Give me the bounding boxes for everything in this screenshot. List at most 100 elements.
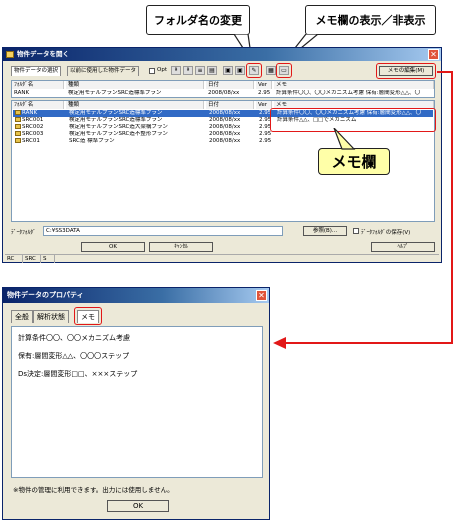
connector-arrow-icon — [273, 337, 286, 349]
option-label: Opt — [157, 67, 167, 73]
cell-folder: SRC003 — [13, 131, 65, 138]
cell-text: SRC造 標準プラン — [69, 138, 115, 144]
column-header-date[interactable]: 日付 — [206, 101, 254, 109]
properties-close-button[interactable]: ✕ — [256, 290, 267, 301]
cell-text: 2008/08/xx — [209, 124, 241, 130]
option-checkbox[interactable] — [149, 68, 155, 74]
cell-text: SRC002 — [22, 124, 44, 130]
close-button[interactable]: ✕ — [428, 49, 439, 60]
filter-memo-header: メモ — [274, 81, 434, 89]
data-folder-label: ﾃﾞｰﾀﾌｫﾙﾀﾞ — [11, 230, 36, 236]
column-header-ver[interactable]: Ver — [256, 101, 272, 109]
memo-toggle-highlight — [276, 63, 292, 78]
column-header-name[interactable]: 種類 — [66, 101, 204, 109]
ok-button-label: OK — [109, 244, 117, 250]
large-icon-view-icon[interactable]: ª — [171, 66, 181, 75]
table-row[interactable]: SRC01 SRC造 標準プラン 2008/08/xx 2.95 — [13, 138, 433, 145]
tab-analysis-state-label: 解析状態 — [37, 313, 65, 321]
table-row[interactable]: SRC003 検定用モデルプランSRC造不整形プラン 2008/08/xx 2.95 — [13, 131, 433, 138]
memo-line-2: 保有:層間変形△△、〇〇〇ステップ — [18, 352, 130, 360]
column-header-folder[interactable]: ﾌｫﾙﾀﾞ名 — [12, 101, 64, 109]
cell-date: 2008/08/xx — [207, 131, 255, 138]
cell-name: 検定用モデルプランSRC造大梁構プラン — [67, 124, 205, 131]
save-folder-label: ﾃﾞｰﾀﾌｫﾙﾀﾞの保存(V) — [361, 230, 411, 236]
properties-icon[interactable]: ▦ — [266, 66, 276, 75]
cell-text: 検定用モデルプランSRC造大梁構プラン — [69, 124, 168, 130]
folder-icon — [15, 110, 21, 115]
save-folder-checkbox[interactable] — [353, 228, 359, 234]
properties-window: 物件データのプロパティ ✕ 全般 解析状態 メモ 計算条件〇〇、〇〇メカニズム考… — [2, 287, 270, 520]
cancel-button[interactable]: ｷｬﾝｾﾙ — [149, 242, 213, 252]
help-button-label: ﾍﾙﾌﾟ — [397, 244, 409, 250]
tab-general-label: 全般 — [15, 313, 29, 321]
memo-line-1: 計算条件〇〇、〇〇メカニズム考慮 — [18, 334, 130, 342]
open-data-titlebar: 物件データを開く — [3, 48, 441, 61]
tab-select-data[interactable]: 物件データの選択 — [11, 66, 62, 76]
tab-select-data-label: 物件データの選択 — [14, 68, 59, 74]
filter-ver-input[interactable]: 2.95 — [258, 90, 272, 97]
filter-folder-header: ﾌｫﾙﾀﾞ名 — [12, 81, 64, 89]
memo-field-callout-label: メモ欄 — [331, 153, 377, 171]
memo-toggle-callout: メモ欄の表示／非表示 — [305, 5, 436, 35]
browse-button[interactable]: 参照(B)... — [303, 226, 347, 236]
folder-icon — [15, 138, 21, 143]
status-s: S — [43, 255, 55, 263]
tab-recent-data[interactable]: 以前に使用した物件データ — [67, 66, 140, 76]
folder-icon — [15, 131, 21, 136]
cell-date: 2008/08/xx — [207, 138, 255, 145]
filter-ver-header: Ver — [256, 81, 272, 89]
cell-ver: 2.95 — [257, 131, 273, 138]
tab-analysis-state[interactable]: 解析状態 — [33, 310, 69, 323]
connector-bottom — [285, 342, 453, 344]
ok-button[interactable]: OK — [81, 242, 145, 252]
properties-ok-button[interactable]: OK — [107, 500, 169, 512]
copy-folder-icon[interactable]: ▣ — [235, 66, 245, 75]
cell-name: 検定用モデルプランSRC造標準プラン — [67, 117, 205, 124]
memo-textarea[interactable]: 計算条件〇〇、〇〇メカニズム考慮 保有:層間変形△△、〇〇〇ステップ Ds決定:… — [11, 326, 263, 478]
cell-name: SRC造 標準プラン — [67, 138, 205, 145]
cell-text: 検定用モデルプランSRC造標準プラン — [69, 110, 163, 116]
cell-text: SRC001 — [22, 117, 44, 123]
properties-title: 物件データのプロパティ — [7, 291, 84, 299]
filter-memo-input[interactable]: 計算条件〇〇、〇〇メカニズム考慮 保有:層間変形△△、〇 — [276, 90, 434, 97]
cell-text: SRC01 — [22, 138, 40, 144]
filter-date-input[interactable]: 2008/08/xx — [208, 90, 254, 97]
cell-name: 検定用モデルプランSRC造標準プラン — [67, 110, 205, 117]
filter-name-header: 種類 — [66, 81, 204, 89]
data-folder-field[interactable]: C:¥SS3DATA — [43, 226, 283, 236]
rename-callout-label: フォルダ名の変更 — [154, 14, 242, 27]
cell-text: 2008/08/xx — [209, 110, 241, 116]
filter-panel: ﾌｫﾙﾀﾞ名 種類 日付 Ver メモ RANK 検定用モデルプランSRC造標準… — [11, 80, 435, 98]
rename-callout: フォルダ名の変更 — [146, 5, 250, 35]
cell-text: 2.95 — [259, 138, 272, 144]
new-folder-icon[interactable]: ▣ — [223, 66, 233, 75]
cell-date: 2008/08/xx — [207, 124, 255, 131]
open-data-title: 物件データを開く — [17, 50, 69, 58]
tab-general[interactable]: 全般 — [11, 310, 33, 323]
filter-name-input[interactable]: 検定用モデルプランSRC造標準プラン — [68, 90, 204, 97]
cell-date: 2008/08/xx — [207, 110, 255, 117]
status-rc: RC — [7, 255, 23, 263]
connector-vertical — [451, 71, 453, 344]
properties-ok-button-label: OK — [132, 502, 144, 510]
cell-folder: SRC01 — [13, 138, 65, 145]
cell-text: 2008/08/xx — [209, 131, 241, 137]
list-view-icon[interactable]: ≡ — [195, 66, 205, 75]
help-button[interactable]: ﾍﾙﾌﾟ — [371, 242, 435, 252]
cell-name: 検定用モデルプランSRC造不整形プラン — [67, 131, 205, 138]
detail-view-icon[interactable]: ▤ — [207, 66, 217, 75]
filter-folder-input[interactable]: RANK — [14, 90, 64, 97]
cell-text: 検定用モデルプランSRC造標準プラン — [69, 117, 163, 123]
status-bar: RC SRC S — [5, 254, 439, 263]
cell-date: 2008/08/xx — [207, 117, 255, 124]
memo-edit-highlight — [376, 63, 436, 79]
cell-folder: SRC002 — [13, 124, 65, 131]
memo-line-3: Ds決定:層間変形□□、×××ステップ — [18, 370, 138, 378]
memo-tab-highlight — [74, 307, 102, 325]
filter-date-header: 日付 — [206, 81, 254, 89]
rename-highlight — [246, 63, 262, 78]
small-icon-view-icon[interactable]: ª — [183, 66, 193, 75]
memo-toggle-callout-label: メモ欄の表示／非表示 — [315, 14, 426, 27]
cell-text: SRC003 — [22, 131, 44, 137]
tab-recent-data-label: 以前に使用した物件データ — [70, 68, 137, 74]
